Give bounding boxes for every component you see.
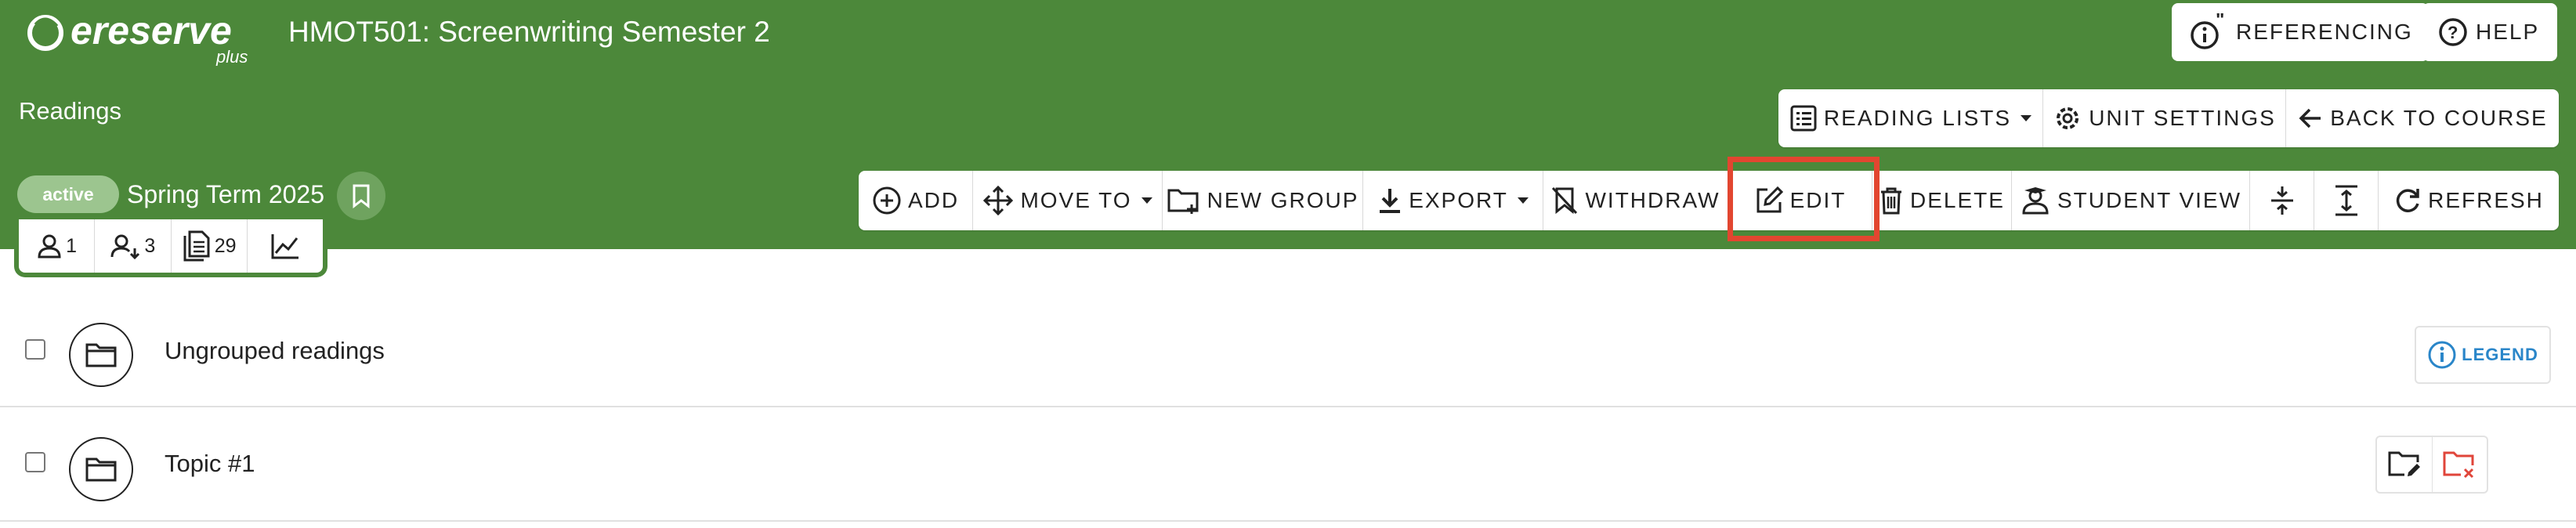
documents-icon [183, 230, 210, 262]
readings-stat[interactable]: 29 [172, 219, 248, 273]
section-label: Readings [19, 97, 121, 125]
row-checkbox[interactable] [25, 339, 45, 360]
row-checkbox[interactable] [25, 452, 45, 472]
back-to-course-label: BACK TO COURSE [2330, 106, 2548, 130]
delete-label: DELETE [1910, 188, 2005, 212]
svg-text:plus: plus [215, 47, 248, 66]
trash-icon [1881, 187, 1902, 215]
legend-label: LEGEND [2462, 345, 2538, 364]
edit-label: EDIT [1789, 188, 1847, 212]
readings-count: 29 [214, 234, 237, 257]
folder-edit-icon [2388, 451, 2420, 476]
analytics-stat[interactable] [248, 219, 323, 273]
withdraw-button[interactable]: WITHDRAW [1543, 171, 1728, 230]
expand-all-button[interactable] [2314, 171, 2379, 230]
stats-bar: 1 3 29 [14, 219, 327, 277]
folder-icon [85, 457, 117, 482]
term-label: Spring Term 2025 [127, 180, 324, 208]
readers-count: 3 [144, 234, 156, 257]
move-icon [983, 185, 1014, 216]
move-to-dropdown[interactable]: MOVE TO [973, 171, 1163, 230]
user-down-icon [110, 234, 140, 259]
help-button[interactable]: ? HELP [2422, 3, 2557, 61]
folder-icon [85, 343, 117, 367]
unit-settings-label: UNIT SETTINGS [2089, 106, 2276, 130]
help-label: HELP [2476, 20, 2540, 44]
student-view-label: STUDENT VIEW [2057, 188, 2242, 212]
app-header: ereserve plus HMOT501: Screenwriting Sem… [0, 0, 2576, 249]
bookmark-icon [353, 184, 370, 208]
folder-badge [69, 437, 133, 501]
expand-icon [2335, 185, 2357, 216]
readers-stat[interactable]: 3 [95, 219, 172, 273]
users-stat[interactable]: 1 [19, 219, 96, 273]
delete-group-button[interactable] [2433, 437, 2487, 492]
download-icon [1380, 189, 1401, 213]
group-row: Topic #1 [0, 409, 2576, 522]
referencing-label: REFERENCING [2236, 20, 2413, 44]
group-actions [2375, 436, 2488, 494]
move-to-label: MOVE TO [1020, 188, 1132, 212]
status-badge: active [17, 175, 119, 213]
refresh-button[interactable]: REFRESH [2379, 171, 2559, 230]
actions-toolbar: ADD MOVE TO NEW GROUP EXPORT WITHDRAW ED… [859, 171, 2559, 230]
nav-toolbar: READING LISTS UNIT SETTINGS BACK TO COUR… [1778, 89, 2559, 147]
withdraw-label: WITHDRAW [1585, 188, 1720, 212]
chevron-down-icon [1141, 197, 1152, 204]
chart-line-icon [271, 234, 298, 259]
referencing-button[interactable]: " REFERENCING [2172, 3, 2429, 61]
svg-text:": " [2216, 13, 2226, 31]
gear-icon [2057, 107, 2079, 129]
bookmark-off-icon [1552, 186, 1578, 215]
info-quote-icon: " [2191, 13, 2226, 49]
ereserve-logo[interactable]: ereserve plus [22, 3, 265, 66]
edit-icon [1757, 186, 1783, 213]
legend-button[interactable]: LEGEND [2415, 326, 2551, 384]
new-group-label: NEW GROUP [1207, 188, 1359, 212]
collapse-icon [2270, 186, 2293, 215]
arrow-left-icon [2299, 108, 2321, 128]
delete-button[interactable]: DELETE [1872, 171, 2012, 230]
folder-plus-icon [1167, 189, 1199, 214]
bookmark-button[interactable] [337, 172, 385, 220]
export-dropdown[interactable]: EXPORT [1363, 171, 1543, 230]
student-icon [2022, 187, 2049, 215]
new-group-button[interactable]: NEW GROUP [1163, 171, 1363, 230]
folder-badge [69, 323, 133, 387]
users-count: 1 [66, 234, 78, 257]
unit-title: HMOT501: Screenwriting Semester 2 [288, 16, 770, 48]
add-label: ADD [907, 188, 960, 212]
group-row: Ungrouped readings [0, 295, 2576, 407]
student-view-button[interactable]: STUDENT VIEW [2012, 171, 2250, 230]
group-title[interactable]: Topic #1 [165, 450, 255, 478]
list-icon [1790, 105, 1817, 132]
info-icon [2428, 341, 2456, 369]
back-to-course-button[interactable]: BACK TO COURSE [2286, 89, 2559, 147]
export-label: EXPORT [1409, 188, 1508, 212]
edit-button[interactable]: EDIT [1728, 171, 1872, 230]
svg-text:ereserve: ereserve [71, 9, 232, 52]
user-icon [38, 234, 61, 259]
chevron-down-icon [1517, 197, 1529, 204]
refresh-label: REFRESH [2428, 188, 2544, 212]
unit-settings-button[interactable]: UNIT SETTINGS [2043, 89, 2286, 147]
reading-lists-label: READING LISTS [1823, 106, 2012, 130]
plus-circle-icon [873, 186, 901, 215]
edit-group-button[interactable] [2377, 437, 2433, 492]
group-title[interactable]: Ungrouped readings [165, 337, 385, 365]
collapse-all-button[interactable] [2250, 171, 2314, 230]
add-button[interactable]: ADD [859, 171, 973, 230]
svg-text:?: ? [2448, 23, 2459, 42]
folder-delete-icon [2443, 451, 2474, 479]
reading-lists-dropdown[interactable]: READING LISTS [1778, 89, 2043, 147]
help-icon: ? [2439, 18, 2467, 46]
chevron-down-icon [2021, 115, 2032, 121]
refresh-icon [2396, 189, 2419, 212]
